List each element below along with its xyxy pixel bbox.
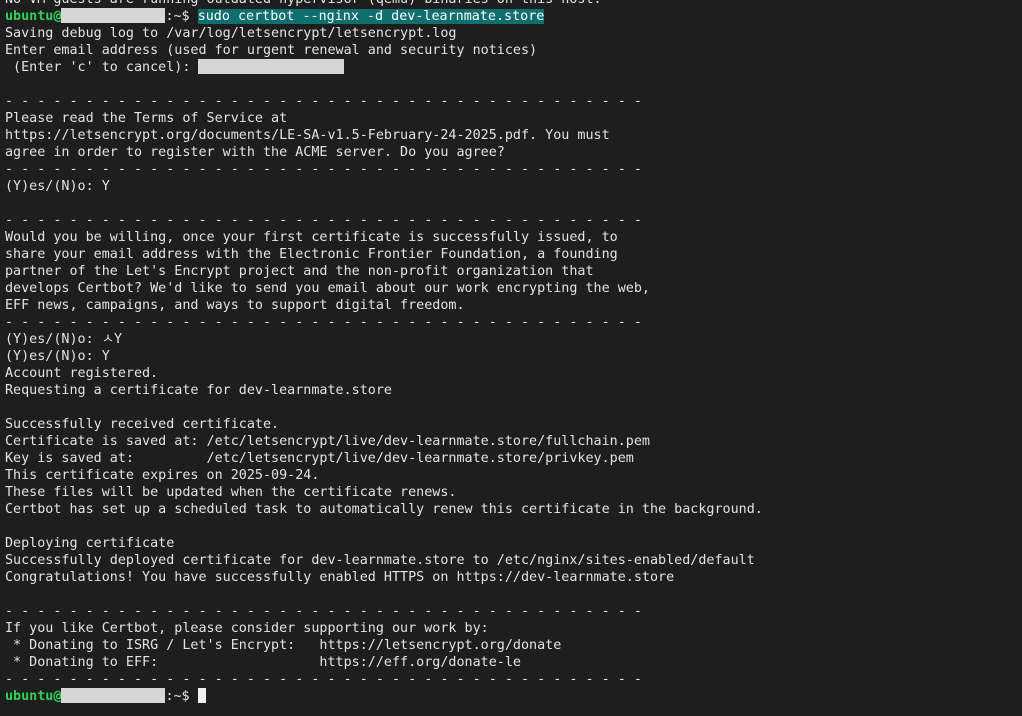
separator: - - - - - - - - - - - - - - - - - - - - … — [5, 94, 642, 109]
separator: - - - - - - - - - - - - - - - - - - - - … — [5, 672, 642, 687]
terminal-line: Requesting a certificate for dev-learnma… — [5, 383, 392, 398]
command-line: ubuntu@ :~$ sudo certbot --nginx -d dev-l… — [5, 8, 1022, 25]
terminal-line: If you like Certbot, please consider sup… — [5, 621, 489, 636]
redacted-email — [198, 59, 345, 74]
redacted-hostname — [61, 688, 166, 703]
separator: - - - - - - - - - - - - - - - - - - - - … — [5, 162, 642, 177]
prompt-user: ubuntu@ — [5, 689, 62, 704]
terminal-line: Key is saved at: /etc/letsencrypt/live/d… — [5, 451, 634, 466]
terminal-line: Please read the Terms of Service at — [5, 111, 288, 126]
terminal-line: share your email address with the Electr… — [5, 247, 618, 262]
separator: - - - - - - - - - - - - - - - - - - - - … — [5, 604, 642, 619]
terminal-line: This certificate expires on 2025-09-24. — [5, 468, 320, 483]
terminal-line: (Y)es/(N)o: ㅅY — [5, 332, 123, 347]
prompt-suffix: :~$ — [165, 689, 198, 704]
terminal-line: These files will be updated when the cer… — [5, 485, 457, 500]
terminal-line: Account registered. — [5, 366, 159, 381]
terminal-line: develops Certbot? We'd like to send you … — [5, 281, 650, 296]
separator: - - - - - - - - - - - - - - - - - - - - … — [5, 213, 642, 228]
terminal-line: https://letsencrypt.org/documents/LE-SA-… — [5, 128, 610, 143]
terminal-line: Certificate is saved at: /etc/letsencryp… — [5, 434, 650, 449]
redacted-hostname — [61, 8, 166, 23]
terminal-line: Saving debug log to /var/log/letsencrypt… — [5, 26, 457, 41]
separator: - - - - - - - - - - - - - - - - - - - - … — [5, 315, 642, 330]
email-prompt: (Enter 'c' to cancel): — [5, 60, 199, 75]
terminal-line: Congratulations! You have successfully e… — [5, 570, 675, 585]
terminal-output[interactable]: No VM guests are running outdated hyperv… — [5, 0, 1022, 705]
terminal-line: * Donating to ISRG / Let's Encrypt: http… — [5, 638, 562, 653]
terminal-line: No VM guests are running outdated hyperv… — [5, 0, 1022, 8]
prompt-suffix: :~$ — [165, 9, 198, 24]
terminal-line: Deploying certificate — [5, 536, 175, 551]
terminal-line: partner of the Let's Encrypt project and… — [5, 264, 594, 279]
prompt-line[interactable]: ubuntu@ :~$ — [5, 688, 1022, 705]
terminal-line: Enter email address (used for urgent ren… — [5, 43, 538, 58]
terminal-line: agree in order to register with the ACME… — [5, 145, 505, 160]
email-prompt-line: (Enter 'c' to cancel): — [5, 59, 1022, 76]
terminal-line: (Y)es/(N)o: Y — [5, 349, 110, 364]
prompt-user: ubuntu@ — [5, 9, 62, 24]
terminal-line: * Donating to EFF: https://eff.org/donat… — [5, 655, 521, 670]
terminal-line: Successfully received certificate. — [5, 417, 280, 432]
terminal-line: Certbot has set up a scheduled task to a… — [5, 502, 763, 517]
terminal-line: Successfully deployed certificate for de… — [5, 553, 755, 568]
terminal-line: EFF news, campaigns, and ways to support… — [5, 298, 465, 313]
terminal-line: Would you be willing, once your first ce… — [5, 230, 618, 245]
terminal-line: (Y)es/(N)o: Y — [5, 179, 110, 194]
command-text: sudo certbot --nginx -d dev-learnmate.st… — [197, 9, 545, 24]
text-cursor[interactable] — [197, 688, 206, 703]
